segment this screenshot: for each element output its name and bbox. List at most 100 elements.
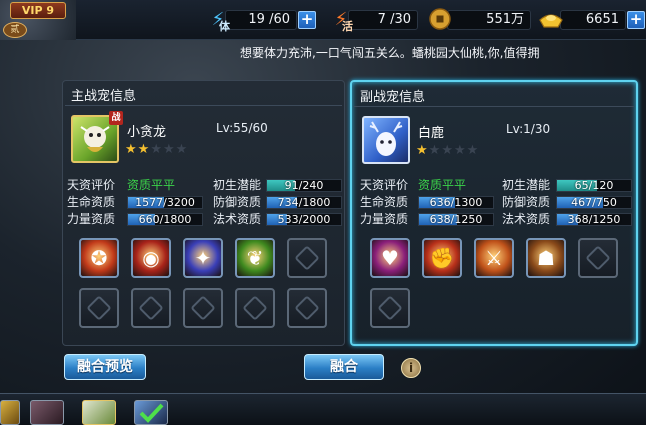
gold-value: 6651	[560, 10, 626, 30]
pet-name: 白鹿	[418, 126, 445, 141]
divider	[65, 105, 342, 106]
deer-pet-icon	[369, 121, 403, 156]
vitality-tag: 活	[342, 20, 353, 33]
skill-slot[interactable]: ♥	[370, 238, 410, 278]
pet-thumbnail[interactable]	[134, 400, 168, 425]
skill-slot[interactable]: ☗	[526, 238, 566, 278]
top-bar: VIP 9 贰 19 /60 ⚡ 体 + 7 /30 ⚡ 活 551万 6651	[0, 0, 646, 40]
potential-bar: 65/120	[556, 179, 632, 192]
stat-label: 生命资质	[67, 195, 116, 209]
pet-thumbnail[interactable]	[0, 400, 20, 425]
fuse-button[interactable]: 融合	[304, 354, 384, 380]
battle-tag: 战	[109, 111, 123, 125]
skill-slot[interactable]: ✪	[79, 238, 119, 278]
bar-text: 660/1800	[138, 213, 192, 226]
empty-skill-slot[interactable]	[287, 288, 327, 328]
pet-thumbnail[interactable]	[30, 400, 64, 425]
heart-heal-skill-icon: ♥	[381, 246, 399, 270]
stamina-tag: 体	[219, 20, 230, 33]
bar-text: 91/240	[284, 179, 324, 192]
stat-label: 防御资质	[502, 195, 551, 209]
lock-icon	[585, 245, 611, 271]
bar-text: 734/1800	[277, 196, 331, 209]
skill-slot[interactable]: ❦	[235, 238, 275, 278]
star-rating: ★★★★★	[416, 143, 479, 158]
add-gold-button[interactable]: +	[627, 11, 645, 29]
stat-label: 力量资质	[67, 212, 116, 226]
stat-label: 力量资质	[360, 212, 409, 226]
lock-icon	[242, 295, 268, 321]
empty-skill-slot[interactable]	[287, 238, 327, 278]
info-icon[interactable]: i	[401, 358, 421, 378]
bar-text: 1577/3200	[135, 196, 195, 209]
empty-skill-slot[interactable]	[183, 288, 223, 328]
empty-skill-slot[interactable]	[370, 288, 410, 328]
fire-fist-skill-icon: ✊	[429, 246, 455, 270]
star-filled-icon: ★	[125, 142, 138, 157]
stat-row: 力量资质 638/1250 法术资质 368/1250	[360, 212, 635, 227]
sub-pet-panel[interactable]: 副战宠信息 白鹿 Lv:1/30 ★★★★★ 天资评价 资质平平 初生潜能 65…	[350, 80, 638, 346]
stat-row: 力量资质 660/1800 法术资质 533/2000	[67, 212, 342, 227]
panel-title: 副战宠信息	[360, 90, 426, 105]
potential-label: 初生潜能	[213, 178, 262, 192]
stat-label: 法术资质	[213, 212, 262, 226]
lock-icon	[190, 295, 216, 321]
star-filled-icon: ★	[137, 142, 151, 157]
pet-thumbnail[interactable]	[82, 400, 116, 425]
pet-level: Lv:55/60	[216, 121, 268, 135]
coins-value: 551万	[447, 10, 531, 30]
star-rating: ★★★★★	[125, 142, 188, 157]
skill-slot[interactable]: ✦	[183, 238, 223, 278]
empty-skill-slot[interactable]	[79, 288, 119, 328]
stat-bar: 467/750	[556, 196, 632, 209]
potential-label: 初生潜能	[502, 178, 551, 192]
stat-bar: 1577/3200	[127, 196, 203, 209]
rating-value: 资质平平	[418, 178, 467, 192]
rating-row: 天资评价 资质平平 初生潜能 91/240	[67, 178, 342, 193]
stat-bar: 734/1800	[266, 196, 342, 209]
gold-ingot-icon	[538, 6, 564, 32]
skill-slot[interactable]: ⚔	[474, 238, 514, 278]
pet-level: Lv:1/30	[506, 122, 551, 136]
empty-skill-slot[interactable]	[131, 288, 171, 328]
bar-text: 533/2000	[277, 213, 331, 226]
stat-bar: 638/1250	[418, 213, 494, 226]
player-avatar[interactable]: VIP 9 贰	[0, 0, 76, 40]
pet-name: 小贪龙	[127, 125, 167, 140]
skill-slot[interactable]: ◉	[131, 238, 171, 278]
potential-bar: 91/240	[266, 179, 342, 192]
stat-label: 防御资质	[213, 195, 262, 209]
lock-icon	[138, 295, 164, 321]
stat-bar: 533/2000	[266, 213, 342, 226]
main-pet-panel: 主战宠信息 战 小贪龙 Lv:55/60 ★★★★★ 天资评价 资质平平 初生潜…	[62, 80, 345, 346]
skill-slot[interactable]: ✊	[422, 238, 462, 278]
stat-row: 生命资质 636/1300 防御资质 467/750	[360, 195, 635, 210]
empty-skill-slot[interactable]	[235, 288, 275, 328]
lock-icon	[377, 295, 403, 321]
fusion-preview-button[interactable]: 融合预览	[64, 354, 146, 380]
stat-label: 法术资质	[502, 212, 551, 226]
bar-text: 368/1250	[567, 213, 621, 226]
empty-skill-slot[interactable]	[578, 238, 618, 278]
bar-text: 638/1250	[429, 213, 483, 226]
add-stamina-button[interactable]: +	[298, 11, 316, 29]
star-filled-icon: ★	[416, 143, 429, 158]
rating-value: 资质平平	[127, 178, 176, 192]
divider	[354, 106, 634, 107]
stat-row: 生命资质 1577/3200 防御资质 734/1800	[67, 195, 342, 210]
sub-pet-portrait[interactable]	[362, 116, 410, 164]
star-empty-icon: ★	[150, 142, 163, 157]
panel-title: 主战宠信息	[71, 89, 137, 104]
rating-row: 天资评价 资质平平 初生潜能 65/120	[360, 178, 635, 193]
stamina-resource: 19 /60 ⚡ 体 +	[205, 6, 317, 33]
copper-coin-icon	[427, 6, 453, 32]
gold-resource: 6651 +	[538, 6, 646, 32]
lock-icon	[294, 245, 320, 271]
bar-text: 636/1300	[429, 196, 483, 209]
flame-ring-skill-icon: ◉	[142, 246, 160, 270]
stat-bar: 636/1300	[418, 196, 494, 209]
bear-roar-skill-icon: ☗	[537, 246, 555, 270]
bar-text: 467/750	[571, 196, 617, 209]
star-empty-icon: ★	[162, 142, 176, 157]
scrolling-notice: 想要体力充沛,一口气闯五关么。蟠桃园大仙桃,你,值得拥	[240, 46, 540, 60]
